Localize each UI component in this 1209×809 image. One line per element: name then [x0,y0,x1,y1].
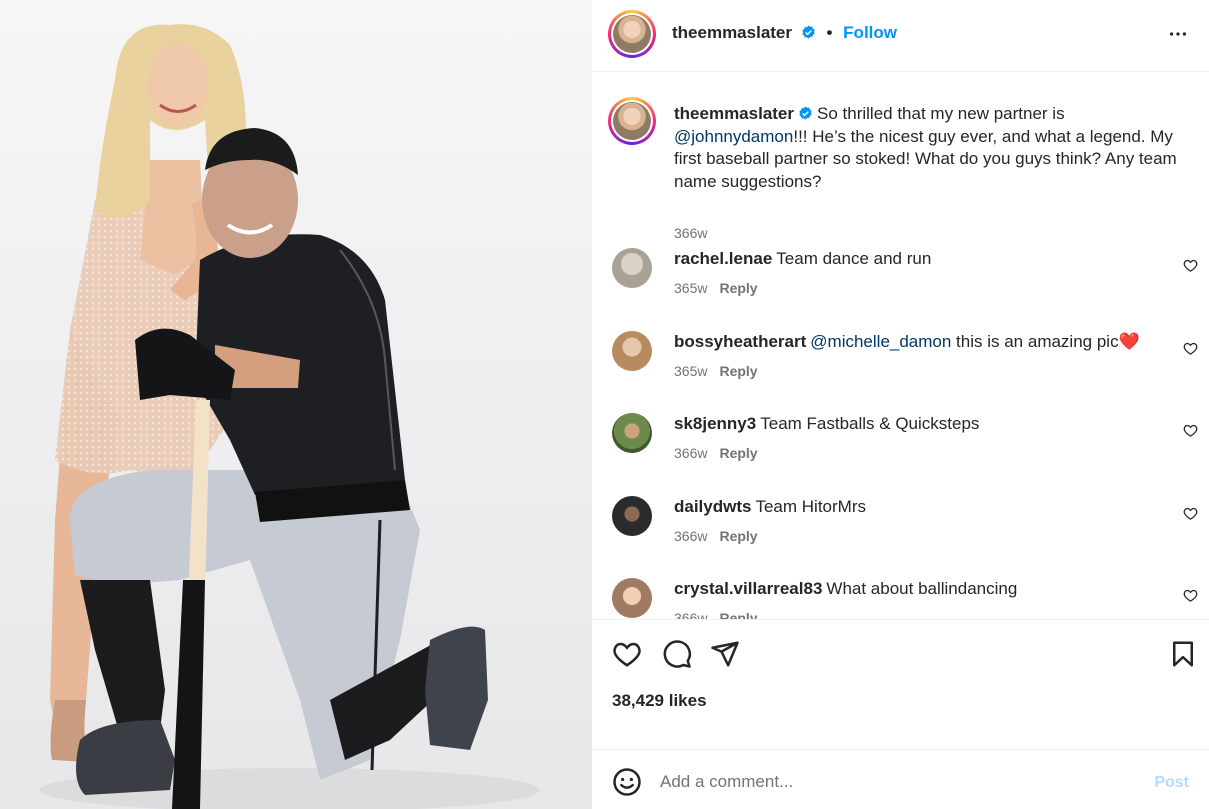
post-button[interactable]: Post [1154,774,1189,792]
commenter-avatar[interactable] [612,496,652,536]
verified-badge-icon [799,106,812,120]
caption-time[interactable]: 366w [674,225,707,241]
comment-item: sk8jenny3 Team Fastballs & Quicksteps 366… [612,413,1202,483]
verified-badge-icon [802,25,815,39]
caption-username[interactable]: theemmaslater [674,104,794,123]
comment-meta: 366w Reply [674,445,758,461]
author-line: theemmaslater • Follow [672,23,897,43]
comment-text: dailydwts Team HitorMrs [674,497,1154,517]
comment-mention[interactable]: @michelle_damon [810,332,951,351]
comment-icon[interactable] [662,639,692,669]
commenter-avatar[interactable] [612,331,652,371]
caption-avatar[interactable] [608,97,656,145]
comment-meta: 365w Reply [674,280,758,296]
comment-time[interactable]: 365w [674,363,707,379]
post-side-panel: theemmaslater • Follow theemmaslater So … [592,0,1209,809]
comment-item: dailydwts Team HitorMrs 366w Reply [612,496,1202,566]
reply-button[interactable]: Reply [719,528,757,544]
like-comment-icon[interactable] [1183,423,1198,438]
comment-text: bossyheatherart @michelle_damon this is a… [674,332,1154,352]
separator-dot: • [826,23,833,42]
post-photo[interactable] [0,0,592,809]
reply-button[interactable]: Reply [719,363,757,379]
comment-meta: 366w Reply [674,610,758,619]
heart-icon[interactable] [612,639,642,669]
comment-time[interactable]: 365w [674,280,707,296]
comment-username[interactable]: bossyheatherart [674,332,806,351]
like-comment-icon[interactable] [1183,341,1198,356]
comment-time[interactable]: 366w [674,528,707,544]
heart-emoji: ❤️ [1118,332,1140,351]
caption-text-start: So thrilled that my new partner is [817,104,1065,123]
comments-list[interactable]: theemmaslater So thrilled that my new pa… [592,73,1209,620]
comment-time[interactable]: 366w [674,610,707,619]
comment-content: Team Fastballs & Quicksteps [760,414,980,433]
comment-meta: 365w Reply [674,363,758,379]
comment-time[interactable]: 366w [674,445,707,461]
comment-item: crystal.villarreal83 What about ballindan… [612,578,1202,619]
comment-text: rachel.lenae Team dance and run [674,249,1154,269]
commenter-avatar[interactable] [612,578,652,618]
post-image [40,24,540,809]
commenter-avatar[interactable] [612,413,652,453]
like-comment-icon[interactable] [1183,506,1198,521]
author-avatar[interactable] [608,10,656,58]
more-options-icon[interactable] [1167,22,1189,46]
comment-username[interactable]: sk8jenny3 [674,414,756,433]
comment-content: Team HitorMrs [755,497,866,516]
author-username[interactable]: theemmaslater [672,23,792,42]
caption-mention[interactable]: @johnnydamon [674,127,793,146]
bookmark-icon[interactable] [1168,639,1198,669]
caption-text: theemmaslater So thrilled that my new pa… [674,103,1194,193]
comment-content: What about ballindancing [826,579,1018,598]
comment-item: bossyheatherart @michelle_damon this is a… [612,331,1202,401]
post-header: theemmaslater • Follow [592,0,1209,72]
comment-username[interactable]: crystal.villarreal83 [674,579,822,598]
share-icon[interactable] [710,639,740,669]
reply-button[interactable]: Reply [719,610,757,619]
comment-username[interactable]: dailydwts [674,497,751,516]
likes-count[interactable]: 38,429 likes [612,691,707,711]
comment-input[interactable] [660,765,1140,799]
like-comment-icon[interactable] [1183,588,1198,603]
post-actions: 38,429 likes [592,620,1209,750]
add-comment-bar: Post [592,751,1209,809]
emoji-icon[interactable] [612,767,642,797]
comment-text: sk8jenny3 Team Fastballs & Quicksteps [674,414,1154,434]
comment-content: Team dance and run [776,249,932,268]
commenter-avatar[interactable] [612,248,652,288]
comment-item: rachel.lenae Team dance and run 365w Reply [612,248,1202,318]
comment-text: crystal.villarreal83 What about ballindan… [674,579,1154,599]
comment-username[interactable]: rachel.lenae [674,249,772,268]
comment-content: this is an amazing pic [951,332,1119,351]
follow-button[interactable]: Follow [843,23,897,42]
like-comment-icon[interactable] [1183,258,1198,273]
comment-meta: 366w Reply [674,528,758,544]
reply-button[interactable]: Reply [719,445,757,461]
reply-button[interactable]: Reply [719,280,757,296]
